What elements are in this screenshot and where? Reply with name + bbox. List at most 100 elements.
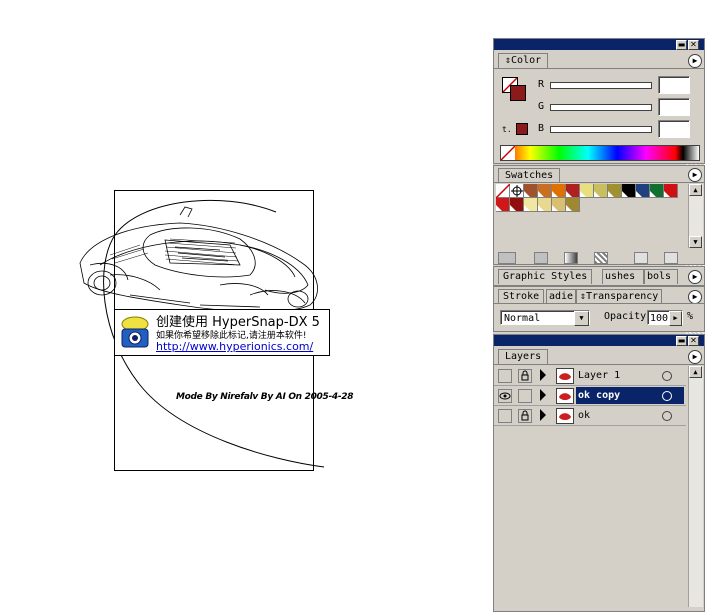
swatch-16[interactable]: [538, 198, 552, 212]
swatch-8[interactable]: [608, 184, 622, 198]
new-swatch-icon[interactable]: [634, 252, 648, 264]
target-circle-icon[interactable]: [662, 371, 672, 381]
layer-thumbnail: [556, 368, 574, 384]
divider: [494, 68, 704, 69]
tab-brushes[interactable]: ushes: [602, 269, 644, 284]
layer-row[interactable]: ok copy: [494, 386, 686, 406]
close-icon[interactable]: ✕: [688, 40, 699, 50]
swatch-5[interactable]: [566, 184, 580, 198]
layers-scrollbar[interactable]: ▲: [688, 366, 703, 607]
channel-r-input[interactable]: [658, 76, 690, 94]
hypersnap-watermark: 创建使用 HyperSnap-DX 5 如果你希望移除此标记,请注册本软件! h…: [114, 309, 330, 356]
expand-triangle-icon[interactable]: [540, 389, 546, 401]
channel-b-slider[interactable]: [550, 126, 652, 133]
tab-swatches[interactable]: Swatches: [498, 168, 561, 183]
tab-symbols[interactable]: bols: [644, 269, 678, 284]
swatch-11[interactable]: [650, 184, 664, 198]
blend-mode-value: Normal: [504, 313, 541, 324]
stroke-swatch[interactable]: [510, 85, 526, 101]
swatch-17[interactable]: [552, 198, 566, 212]
swatch-15[interactable]: [524, 198, 538, 212]
channel-r-slider[interactable]: [550, 82, 652, 89]
channel-b-label: B: [538, 123, 545, 134]
registration-swatch[interactable]: [510, 184, 524, 198]
channel-b-input[interactable]: [658, 120, 690, 138]
panel-menu-icon[interactable]: ▶: [688, 168, 702, 182]
watermark-link[interactable]: http://www.hyperionics.com/: [156, 340, 313, 353]
lock-icon[interactable]: [518, 409, 532, 423]
target-circle-icon[interactable]: [662, 411, 672, 421]
channel-g-slider[interactable]: [550, 104, 652, 111]
scroll-down-icon[interactable]: ▼: [689, 236, 702, 248]
none-color-icon[interactable]: [500, 145, 516, 161]
swatch-13[interactable]: [496, 198, 510, 212]
swatches-scrollbar[interactable]: ▲ ▼: [688, 184, 703, 248]
tab-stroke[interactable]: Stroke: [498, 289, 545, 304]
expand-triangle-icon[interactable]: [540, 409, 546, 421]
opacity-value: 100: [650, 313, 669, 324]
opacity-unit: %: [687, 311, 694, 322]
trash-icon[interactable]: [664, 252, 678, 264]
gamut-color-swatch[interactable]: [516, 123, 528, 135]
tab-gradient[interactable]: adie: [546, 289, 576, 304]
swatch-18[interactable]: [566, 198, 580, 212]
transparency-panel: Stroke adie ⇕Transparency ▶ Normal ▼ Opa…: [493, 286, 705, 332]
tab-color[interactable]: ⇕Color: [498, 53, 549, 68]
expand-triangle-icon[interactable]: [540, 369, 546, 381]
channel-r-label: R: [538, 79, 545, 90]
divider: [494, 364, 704, 365]
artwork-caption: Mode By Nirefalv By AI On 2005-4-28: [176, 392, 354, 402]
swatch-4[interactable]: [552, 184, 566, 198]
minimize-icon[interactable]: ▬: [676, 336, 687, 346]
swatch-14[interactable]: [510, 198, 524, 212]
blend-mode-select[interactable]: Normal ▼: [500, 310, 590, 326]
chevron-right-icon[interactable]: ▶: [669, 311, 682, 326]
panel-menu-icon[interactable]: ▶: [688, 270, 702, 284]
swatch-3[interactable]: [538, 184, 552, 198]
opacity-label: Opacity: [604, 311, 647, 322]
tab-layers[interactable]: Layers: [498, 349, 549, 364]
minimize-icon[interactable]: ▬: [676, 40, 687, 50]
lock-toggle[interactable]: [518, 389, 532, 403]
layer-row[interactable]: Layer 1: [494, 366, 686, 386]
close-icon[interactable]: ✕: [688, 336, 699, 346]
channel-g-input[interactable]: [658, 98, 690, 116]
channel-g-label: G: [538, 101, 545, 112]
none-swatch[interactable]: [495, 183, 511, 199]
layers-panel-titlebar[interactable]: ▬ ✕: [494, 335, 704, 346]
panel-menu-icon[interactable]: ▶: [688, 54, 702, 68]
visibility-toggle[interactable]: [498, 409, 512, 423]
scroll-up-icon[interactable]: ▲: [689, 184, 702, 196]
camera-icon: [121, 316, 149, 348]
swatch-7[interactable]: [594, 184, 608, 198]
show-gradient-swatches-icon[interactable]: [564, 252, 578, 264]
eye-icon[interactable]: [498, 389, 512, 403]
tab-transparency[interactable]: ⇕Transparency: [576, 289, 663, 304]
show-kinds-icon[interactable]: [498, 252, 516, 264]
opacity-input[interactable]: 100 ▶: [647, 310, 683, 326]
swatch-2[interactable]: [524, 184, 538, 198]
target-circle-icon[interactable]: [662, 391, 672, 401]
color-panel-titlebar[interactable]: ▬ ✕: [494, 39, 704, 50]
visibility-toggle[interactable]: [498, 369, 512, 383]
graphic-styles-panel: Graphic Styles ushes bols ▶: [493, 266, 705, 286]
layer-list: Layer 1 ok copy ok: [494, 366, 686, 606]
divider: [494, 182, 704, 183]
out-of-gamut-icon[interactable]: t.: [502, 125, 512, 134]
swatch-6[interactable]: [580, 184, 594, 198]
swatch-9[interactable]: [622, 184, 636, 198]
show-pattern-swatches-icon[interactable]: [594, 252, 608, 264]
swatch-12[interactable]: [664, 184, 678, 198]
lock-icon[interactable]: [518, 369, 532, 383]
panel-menu-icon[interactable]: ▶: [688, 290, 702, 304]
swatch-10[interactable]: [636, 184, 650, 198]
layer-thumbnail: [556, 388, 574, 404]
show-color-swatches-icon[interactable]: [534, 252, 548, 264]
swatches-panel: Swatches ▶ ▲ ▼: [493, 165, 705, 265]
layer-row[interactable]: ok: [494, 406, 686, 426]
panel-menu-icon[interactable]: ▶: [688, 350, 702, 364]
color-spectrum-bar[interactable]: [500, 145, 700, 161]
scroll-up-icon[interactable]: ▲: [689, 366, 702, 378]
chevron-down-icon[interactable]: ▼: [574, 311, 589, 326]
tab-graphic-styles[interactable]: Graphic Styles: [498, 269, 593, 284]
